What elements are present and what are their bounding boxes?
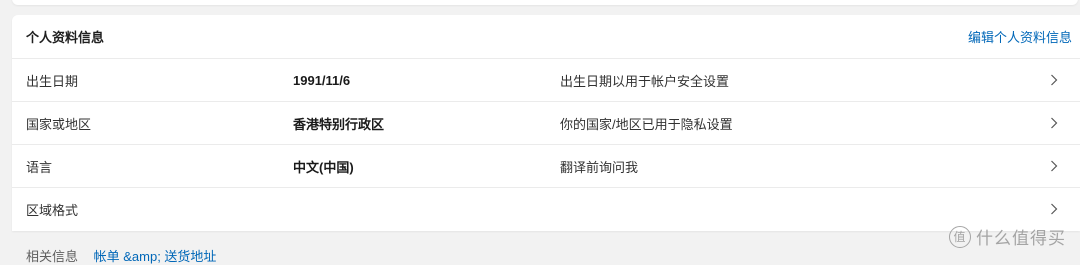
row-description: 翻译前询问我: [560, 159, 639, 175]
row-birth-date[interactable]: 出生日期 1991/11/6 出生日期以用于帐户安全设置: [12, 59, 1080, 102]
row-value: 香港特别行政区: [293, 116, 385, 132]
watermark: 值 什么值得买: [949, 224, 1066, 249]
previous-card-bottom: [12, 0, 1078, 5]
row-label: 区域格式: [26, 202, 79, 218]
row-label: 出生日期: [26, 73, 79, 89]
chevron-right-icon[interactable]: [1048, 160, 1060, 172]
row-label: 国家或地区: [26, 116, 92, 132]
card-header: 个人资料信息 编辑个人资料信息: [12, 15, 1080, 59]
row-regional-format[interactable]: 区域格式: [12, 188, 1080, 230]
related-info: 相关信息 帐单 &amp; 送货地址: [26, 246, 216, 265]
profile-info-card: 个人资料信息 编辑个人资料信息 出生日期 1991/11/6 出生日期以用于帐户…: [12, 15, 1080, 231]
row-value: 1991/11/6: [293, 72, 351, 88]
section-title: 个人资料信息: [26, 30, 105, 45]
watermark-text: 什么值得买: [976, 229, 1066, 248]
row-value: 中文(中国): [293, 159, 354, 175]
smzdm-logo-icon: 值: [949, 225, 971, 248]
chevron-right-icon[interactable]: [1048, 74, 1060, 86]
row-description: 你的国家/地区已用于隐私设置: [560, 116, 733, 132]
row-description: 出生日期以用于帐户安全设置: [560, 73, 730, 89]
edit-profile-link[interactable]: 编辑个人资料信息: [968, 27, 1072, 46]
row-country-region[interactable]: 国家或地区 香港特别行政区 你的国家/地区已用于隐私设置: [12, 102, 1080, 145]
related-label: 相关信息: [26, 249, 79, 264]
row-language[interactable]: 语言 中文(中国) 翻译前询问我: [12, 145, 1080, 188]
billing-shipping-link[interactable]: 帐单 &amp; 送货地址: [94, 249, 217, 264]
chevron-right-icon[interactable]: [1048, 117, 1060, 129]
chevron-right-icon[interactable]: [1048, 203, 1060, 215]
row-label: 语言: [26, 159, 53, 175]
